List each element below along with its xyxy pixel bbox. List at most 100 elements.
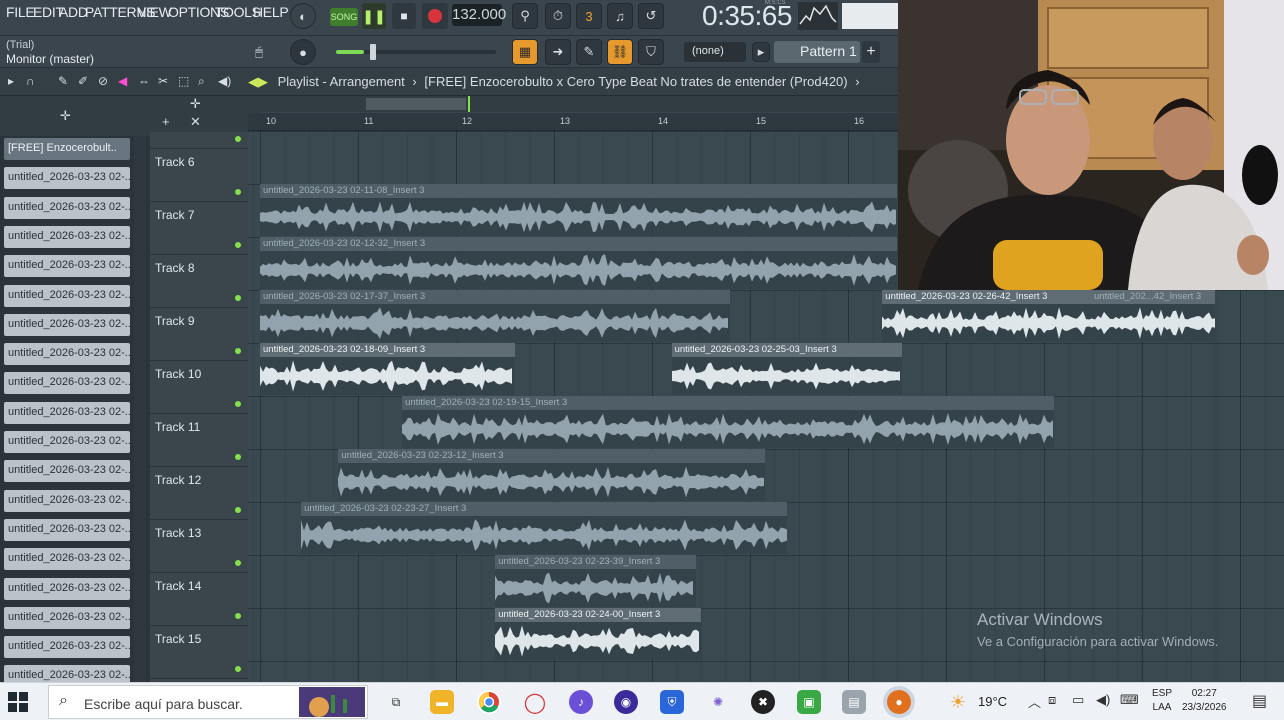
picker-item[interactable]: untitled_2026-03-23 02-..	[4, 284, 130, 307]
countdown-icon[interactable]: 3	[576, 3, 602, 29]
track-header[interactable]: Track 14	[150, 573, 248, 626]
audio-clip[interactable]: untitled_2026-03-23 02-17-37_Insert 3	[260, 290, 731, 342]
resize-icon[interactable]: ✛	[190, 96, 201, 112]
track-enable-led[interactable]	[235, 613, 241, 619]
image-viewer-icon[interactable]: ▤	[842, 690, 866, 714]
audio-clip[interactable]: untitled_2026-03-23 02-23-27_Insert 3	[301, 502, 788, 554]
picker-item[interactable]: untitled_2026-03-23 02-..	[4, 636, 130, 659]
tray-display-icon[interactable]: ▭	[1072, 692, 1084, 708]
zoom-icon[interactable]: ⌕	[198, 74, 205, 89]
next-arrow-icon[interactable]: ➜	[545, 39, 571, 65]
stamp-icon[interactable]: ⛉	[638, 39, 664, 65]
picker-item[interactable]: [FREE] Enzocerobult..	[4, 138, 130, 160]
play-pause-button[interactable]: ❚❚	[362, 3, 386, 29]
input-language[interactable]: ESP LAA	[1152, 687, 1172, 715]
tray-volume-icon[interactable]: ◀)	[1096, 692, 1110, 708]
track-enable-led[interactable]	[235, 507, 241, 513]
capcut-icon[interactable]: ✖	[751, 690, 775, 714]
audio-app-icon[interactable]: ♪	[569, 690, 593, 714]
metronome-icon[interactable]: ⚲	[512, 3, 538, 29]
move-icon[interactable]: ✛	[60, 108, 71, 124]
picker-item[interactable]: untitled_2026-03-23 02-..	[4, 548, 130, 571]
track-enable-led[interactable]	[235, 560, 241, 566]
picker-item[interactable]: untitled_2026-03-23 02-..	[4, 489, 130, 512]
track-enable-led[interactable]	[235, 666, 241, 672]
add-track-icon[interactable]: +	[162, 114, 170, 129]
timeline-ruler[interactable]: 10 11 12 13 14 15 16	[248, 113, 898, 131]
weather-icon[interactable]: ☀	[946, 690, 970, 714]
magnet-icon[interactable]: ∩	[26, 74, 35, 88]
audio-clip[interactable]: untitled_2026-03-23 02-19-15_Insert 3	[402, 396, 1054, 448]
picker-item[interactable]: untitled_2026-03-23 02-..	[4, 167, 130, 190]
wait-for-input-icon[interactable]: ⏱	[545, 3, 571, 29]
track-header[interactable]: Track 6	[150, 149, 248, 202]
file-explorer-icon[interactable]: ▬	[430, 690, 454, 714]
select-icon[interactable]: ⬚	[178, 74, 189, 88]
tempo-display[interactable]: 132.000	[452, 4, 506, 26]
track-header[interactable]: Track 9	[150, 308, 248, 361]
add-pattern-button[interactable]: +	[862, 41, 880, 63]
timeline-overview[interactable]	[260, 96, 898, 112]
play-arrow-icon[interactable]: ▸	[752, 42, 770, 62]
track-header[interactable]: Track 8	[150, 255, 248, 308]
picker-item[interactable]: untitled_2026-03-23 02-..	[4, 196, 130, 219]
mute-icon[interactable]: ◀	[118, 74, 127, 88]
menu-view[interactable]: VIEW	[137, 4, 172, 20]
picker-item[interactable]: untitled_2026-03-23 02-..	[4, 372, 130, 395]
audio-clip[interactable]: untitled_2026-03-23 02-23-12_Insert 3	[338, 449, 765, 501]
track-header[interactable]: Track 13	[150, 520, 248, 573]
picker-item[interactable]: untitled_2026-03-23 02-..	[4, 431, 130, 453]
menu-file[interactable]: FILE	[6, 4, 35, 20]
picker-scrollbar[interactable]	[134, 136, 146, 682]
link-icon[interactable]: ⛓	[607, 39, 633, 65]
tray-keyboard-icon[interactable]: ⌨	[1120, 692, 1139, 708]
track-header[interactable]: Track 7	[150, 202, 248, 255]
track-header[interactable]: Track 11	[150, 414, 248, 467]
opera-icon[interactable]: ◯	[523, 690, 547, 714]
audio-clip[interactable]: untitled_2026-03-23 02-11-08_Insert 3	[260, 184, 897, 236]
track-header[interactable]: Track 12	[150, 467, 248, 520]
system-clock[interactable]: 02:27 23/3/2026	[1182, 687, 1227, 715]
piano-roll-icon[interactable]: ▦	[512, 39, 538, 65]
windows-start-icon[interactable]	[8, 692, 28, 712]
audio-clip[interactable]: untitled_2026-03-23 02-12-32_Insert 3	[260, 237, 897, 289]
picker-item[interactable]: untitled_2026-03-23 02-..	[4, 225, 130, 248]
track-enable-led[interactable]	[235, 401, 241, 407]
delete-icon[interactable]: ⊘	[98, 74, 108, 88]
audio-clip[interactable]: untitled_2026-03-23 02-18-09_Insert 3	[260, 343, 515, 395]
fl-studio-icon[interactable]: ●	[887, 690, 911, 714]
picker-item[interactable]: untitled_2026-03-23 02-..	[4, 255, 130, 278]
audio-clip[interactable]: untitled_2026-03-23 02-24-00_Insert 3	[495, 608, 701, 660]
pattern-selector[interactable]: Pattern 1	[774, 41, 860, 63]
audio-clip[interactable]: untitled_2026-03-23 02-23-39_Insert 3	[495, 555, 697, 607]
stop-button[interactable]: ■	[392, 3, 416, 29]
picker-item[interactable]: untitled_2026-03-23 02-..	[4, 606, 130, 629]
taskbar-search[interactable]: ⌕ Escribe aquí para buscar.	[48, 685, 368, 719]
track-enable-led[interactable]	[235, 136, 241, 142]
picker-item[interactable]: untitled_2026-03-23 02-..	[4, 460, 130, 483]
menu-arrow-icon[interactable]: ▸	[8, 74, 14, 88]
track-header[interactable]: Track 15	[150, 626, 248, 679]
song-mode-toggle[interactable]: SONG	[330, 8, 358, 26]
track-enable-led[interactable]	[235, 454, 241, 460]
audio-clip[interactable]: untitled_2026-03-23 02-25-03_Insert 3	[671, 343, 902, 395]
menu-add[interactable]: ADD	[59, 4, 88, 20]
close-icon[interactable]: ✕	[190, 114, 201, 130]
overview-thumb[interactable]	[366, 98, 466, 110]
slice-icon[interactable]: ✂	[158, 74, 168, 88]
picker-item[interactable]: untitled_2026-03-23 02-..	[4, 343, 130, 366]
loop-record-icon[interactable]: ↺	[638, 3, 664, 29]
shield-app-icon[interactable]: ⛨	[660, 690, 684, 714]
chrome-icon[interactable]	[477, 690, 501, 714]
master-volume-knob-icon[interactable]: ●	[290, 39, 316, 65]
snap-select[interactable]: (none)	[684, 42, 746, 62]
track-enable-led[interactable]	[235, 348, 241, 354]
tray-network-icon[interactable]: ⧈	[1048, 692, 1056, 708]
speaker-icon[interactable]: ◀)	[218, 74, 231, 88]
master-pitch-knob-icon[interactable]: ◐	[290, 3, 316, 29]
tray-chevron-up-icon[interactable]: ︿	[1028, 692, 1041, 711]
track-enable-led[interactable]	[235, 242, 241, 248]
track-header[interactable]: Track 10	[150, 361, 248, 414]
gear-app-icon[interactable]: ✺	[706, 690, 730, 714]
picker-item[interactable]: untitled_2026-03-23 02-..	[4, 518, 130, 541]
